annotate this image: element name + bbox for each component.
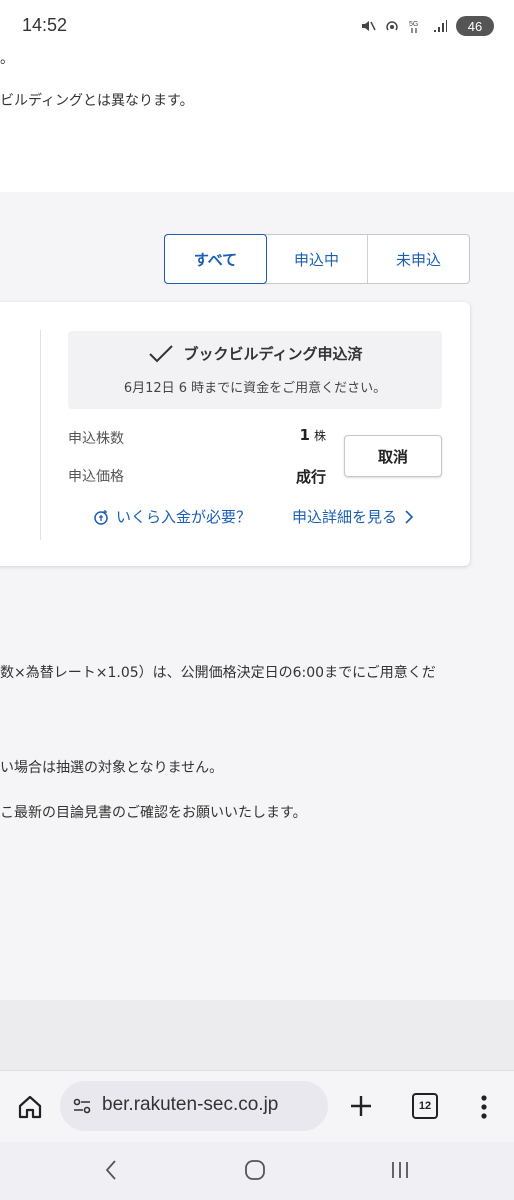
battery-icon: 46	[456, 16, 494, 36]
status-icons: 5G 46	[360, 16, 494, 36]
tab-all[interactable]: すべて	[164, 234, 267, 284]
application-status-box: ブックビルディング申込済 6月12日 6 時までに資金をご用意ください。	[68, 331, 442, 409]
signal-icon	[434, 20, 447, 32]
shares-value: 1株	[299, 426, 326, 444]
status-title: ブックビルディング申込済	[183, 345, 363, 363]
new-tab-icon[interactable]	[348, 1093, 374, 1119]
body-text-line3: こ最新の目論見書のご確認をお願いいたします。	[0, 805, 307, 821]
card-divider	[40, 330, 41, 540]
mute-icon	[362, 21, 376, 31]
system-nav-bar	[0, 1142, 514, 1200]
cancel-button[interactable]: 取消	[344, 435, 442, 477]
top-text-line1: 。	[0, 51, 14, 67]
recent-apps-icon[interactable]	[388, 1158, 412, 1182]
filter-tabs: すべて 申込中 未申込	[164, 234, 470, 284]
status-bar: 14:52 5G 46	[0, 0, 514, 52]
details-link-label: 申込詳細を見る	[292, 508, 398, 526]
more-menu-icon[interactable]	[478, 1093, 490, 1121]
browser-toolbar: ber.rakuten-sec.co.jp 12	[0, 1070, 514, 1142]
hotspot-icon	[386, 21, 398, 31]
home-nav-icon[interactable]	[243, 1158, 267, 1182]
tab-applying[interactable]: 申込中	[266, 235, 368, 283]
deposit-link-label: いくら入金が必要？	[116, 508, 252, 526]
top-section: 。 ビルディングとは異なります。	[0, 51, 514, 192]
page-footer-area	[0, 1000, 514, 1070]
back-icon[interactable]	[100, 1158, 124, 1182]
status-subtitle: 6月12日 6 時までに資金をご用意ください。	[123, 381, 387, 396]
address-bar[interactable]: ber.rakuten-sec.co.jp	[60, 1081, 328, 1131]
tab-not-applied[interactable]: 未申込	[368, 235, 469, 283]
home-icon[interactable]	[16, 1093, 44, 1121]
ipo-card: ブックビルディング申込済 6月12日 6 時までに資金をご用意ください。 申込株…	[0, 302, 470, 566]
network-5g-icon: 5G	[409, 21, 418, 33]
details-link[interactable]: 申込詳細を見る	[292, 506, 415, 527]
price-label: 申込価格	[68, 469, 124, 485]
body-text-line1: 数×為替レート×1.05）は、公開価格決定日の6:00までにご用意くだ	[0, 665, 436, 681]
url-text: ber.rakuten-sec.co.jp	[102, 1094, 279, 1115]
svg-text:5G: 5G	[409, 21, 418, 28]
deposit-link[interactable]: いくら入金が必要？	[92, 506, 251, 527]
price-value: 成行	[295, 468, 326, 486]
coin-icon	[94, 509, 108, 525]
shares-label: 申込株数	[68, 431, 124, 447]
checkmark-icon	[148, 344, 173, 362]
body-text-line2: い場合は抽選の対象となりません。	[0, 760, 224, 776]
chevron-right-icon	[405, 509, 414, 524]
site-settings-icon[interactable]	[72, 1096, 92, 1116]
shares-unit: 株	[313, 429, 326, 443]
top-text-line2: ビルディングとは異なります。	[0, 93, 194, 109]
status-time: 14:52	[22, 15, 68, 35]
tab-switcher-button[interactable]: 12	[412, 1093, 438, 1119]
